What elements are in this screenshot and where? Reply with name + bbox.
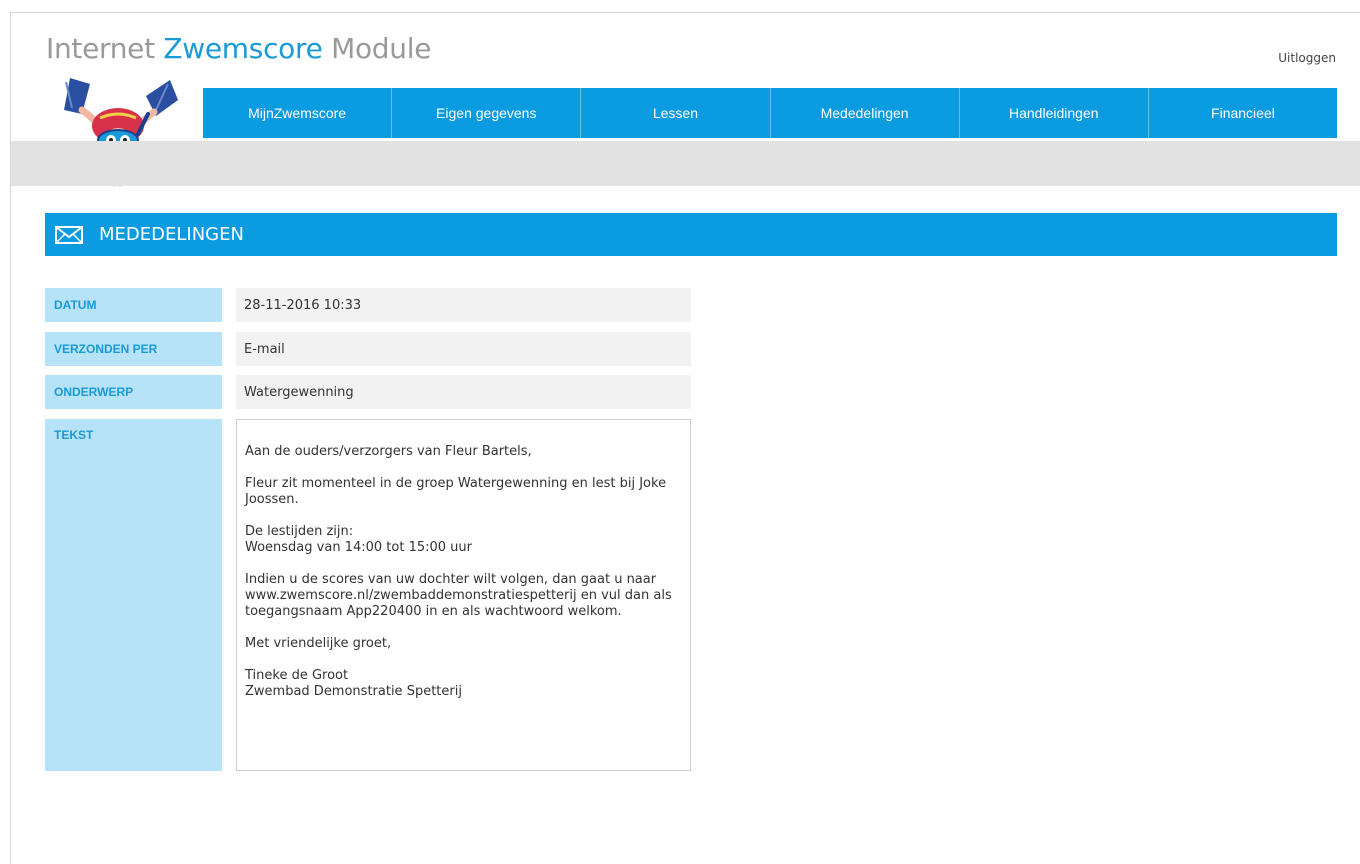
- app-title-part2: Module: [322, 32, 432, 65]
- nav-item-mededelingen[interactable]: Mededelingen: [771, 88, 960, 138]
- app-title: Internet Zwemscore Module: [46, 32, 431, 65]
- datum-label: DATUM: [45, 288, 222, 322]
- nav-item-financieel[interactable]: Financieel: [1149, 88, 1337, 138]
- message-sender-name: Tineke de Groot: [245, 668, 349, 683]
- nav-item-lessen[interactable]: Lessen: [581, 88, 771, 138]
- nav-item-eigen-gegevens[interactable]: Eigen gegevens: [392, 88, 582, 138]
- tekst-label: TEKST: [45, 419, 222, 771]
- message-paragraph-1: Fleur zit momenteel in de groep Watergew…: [245, 476, 667, 507]
- verzonden-per-value: E-mail: [236, 332, 691, 366]
- message-sender-org: Zwembad Demonstratie Spetterij: [245, 684, 462, 699]
- section-header: MEDEDELINGEN: [45, 213, 1337, 256]
- onderwerp-label: ONDERWERP: [45, 375, 222, 409]
- message-paragraph-3: Indien u de scores van uw dochter wilt v…: [245, 572, 672, 619]
- app-title-accent: Zwemscore: [163, 32, 323, 65]
- section-title: MEDEDELINGEN: [99, 224, 244, 245]
- datum-value: 28-11-2016 10:33: [236, 288, 691, 322]
- message-times: De lestijden zijn: Woensdag van 14:00 to…: [245, 524, 682, 556]
- message-text: Aan de ouders/verzorgers van Fleur Barte…: [236, 419, 691, 771]
- verzonden-per-label: VERZONDEN PER: [45, 332, 222, 366]
- main-nav: MijnZwemscore Eigen gegevens Lessen Mede…: [203, 88, 1337, 138]
- message-greeting: Aan de ouders/verzorgers van Fleur Barte…: [245, 444, 532, 459]
- message-signature: Tineke de Groot Zwembad Demonstratie Spe…: [245, 668, 682, 700]
- message-times-value: Woensdag van 14:00 tot 15:00 uur: [245, 540, 472, 555]
- onderwerp-value: Watergewenning: [236, 375, 691, 409]
- envelope-icon: [55, 225, 85, 245]
- sub-nav-bar: [11, 141, 1360, 186]
- logout-link[interactable]: Uitloggen: [1278, 51, 1336, 65]
- nav-item-mijnzwemscore[interactable]: MijnZwemscore: [203, 88, 393, 138]
- message-closing: Met vriendelijke groet,: [245, 636, 392, 651]
- app-title-part1: Internet: [46, 32, 164, 65]
- nav-item-handleidingen[interactable]: Handleidingen: [960, 88, 1149, 138]
- message-times-title: De lestijden zijn:: [245, 524, 354, 539]
